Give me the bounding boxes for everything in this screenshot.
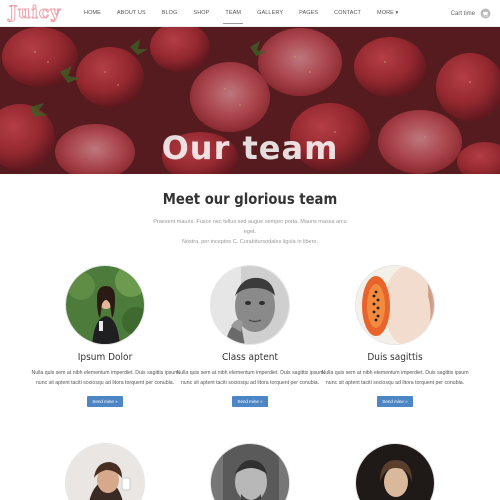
member-name: Ipsum Dolor [77, 352, 133, 363]
cart-label: Cart time [450, 10, 475, 17]
nav-item-home[interactable]: HOME [76, 0, 109, 27]
section-description: Praesent mauris. Fusce nec tellus sed au… [150, 217, 350, 247]
member-photo [210, 265, 290, 345]
main-nav: HOME ABOUT US BLOG SHOP TEAM GALLERY PAG… [76, 0, 406, 27]
member-button[interactable]: Send mine » [232, 396, 268, 407]
section-title: Meet our glorious team [162, 190, 338, 208]
nav-item-contact[interactable]: CONTACT [326, 0, 369, 27]
nav-item-about[interactable]: ABOUT US [109, 0, 154, 27]
member-bio: Nulla quis sem at nibh elementum imperdi… [31, 370, 179, 386]
cart-link[interactable]: Cart time [451, 8, 491, 19]
team-member-card: Duis sagittis Nulla quis sem at nibh ele… [320, 265, 470, 408]
nav-item-more[interactable]: MORE ▾ [369, 0, 406, 27]
member-name: Class aptent [221, 352, 279, 363]
section-description-line-1: Praesent mauris. Fusce nec tellus sed au… [153, 219, 347, 235]
member-photo [65, 443, 145, 500]
member-name: Duis sagittis [367, 352, 423, 363]
member-button[interactable]: Send mine » [87, 396, 123, 407]
member-photo [65, 265, 145, 345]
member-photo [355, 265, 435, 345]
member-bio: Nulla quis sem at nibh elementum imperdi… [176, 370, 324, 386]
team-member-card: Class aptent Nulla quis sem at nibh elem… [175, 265, 325, 408]
hero-banner: Our team [0, 27, 500, 174]
team-member-card: Ipsum Dolor Nulla quis sem at nibh eleme… [30, 265, 180, 408]
cart-icon [480, 8, 491, 19]
member-button[interactable]: Send mine » [377, 396, 413, 407]
member-photo [355, 443, 435, 500]
section-description-line-2: Nostra, per inceptos C. Curabitursodales… [181, 239, 319, 245]
member-bio: Nulla quis sem at nibh elementum imperdi… [321, 370, 469, 386]
nav-item-blog[interactable]: BLOG [154, 0, 186, 27]
nav-item-pages[interactable]: PAGES [291, 0, 326, 27]
nav-item-shop[interactable]: SHOP [185, 0, 217, 27]
member-photo [210, 443, 290, 500]
site-header: Juicy HOME ABOUT US BLOG SHOP TEAM GALLE… [0, 0, 500, 27]
hero-title: Our team [161, 129, 339, 167]
nav-item-team[interactable]: TEAM [217, 0, 249, 27]
site-logo[interactable]: Juicy [8, 3, 61, 24]
nav-item-gallery[interactable]: GALLERY [249, 0, 291, 27]
